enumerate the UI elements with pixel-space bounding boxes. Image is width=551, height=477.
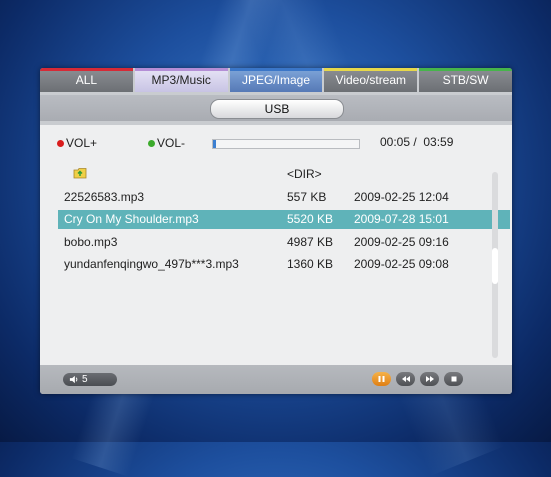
progress-fill — [213, 140, 216, 148]
stop-button[interactable] — [444, 372, 463, 386]
file-size: 557 KB — [287, 190, 327, 204]
category-tabs: ALL MP3/Music JPEG/Image Video/stream ST… — [40, 68, 512, 92]
status-bar: 5 — [40, 365, 512, 394]
list-item-file[interactable]: 22526583.mp3 557 KB 2009-02-25 12:04 — [58, 188, 510, 207]
file-name: yundanfenqingwo_497b***3.mp3 — [64, 257, 239, 271]
rewind-icon — [401, 376, 410, 382]
tab-mp3-music[interactable]: MP3/Music — [134, 68, 228, 92]
file-date: 2009-02-25 12:04 — [354, 190, 449, 204]
file-name: Cry On My Shoulder.mp3 — [64, 212, 199, 226]
vol-down-hint: VOL- — [148, 135, 185, 151]
file-size: <DIR> — [287, 167, 322, 181]
list-item-parent-dir[interactable]: <DIR> — [58, 165, 510, 184]
speaker-icon — [69, 375, 78, 384]
playback-progress-bar[interactable] — [212, 139, 360, 149]
pause-button[interactable] — [372, 372, 391, 386]
time-display: 00:05 / 03:59 — [380, 135, 454, 149]
list-item-file[interactable]: yundanfenqingwo_497b***3.mp3 1360 KB 200… — [58, 255, 510, 274]
file-date: 2009-02-25 09:08 — [354, 257, 449, 271]
vol-down-label: VOL- — [157, 136, 186, 150]
file-name: bobo.mp3 — [64, 235, 118, 249]
fast-forward-button[interactable] — [420, 372, 439, 386]
rewind-button[interactable] — [396, 372, 415, 386]
stop-icon — [451, 376, 456, 382]
pause-icon — [378, 376, 385, 382]
scrollbar-thumb[interactable] — [492, 248, 498, 284]
green-button-icon — [148, 139, 155, 147]
source-bar: USB — [40, 95, 512, 121]
tab-jpeg-image[interactable]: JPEG/Image — [229, 68, 323, 92]
file-date: 2009-07-28 15:01 — [354, 212, 449, 226]
folder-up-icon — [73, 168, 87, 179]
volume-level: 5 — [82, 374, 88, 385]
file-list-scrollbar[interactable] — [492, 172, 498, 358]
list-item-file-selected[interactable]: Cry On My Shoulder.mp3 5520 KB 2009-07-2… — [58, 210, 510, 229]
list-item-file[interactable]: bobo.mp3 4987 KB 2009-02-25 09:16 — [58, 233, 510, 252]
tab-stb-sw[interactable]: STB/SW — [419, 68, 512, 92]
vol-up-label: VOL+ — [66, 136, 98, 150]
tab-all[interactable]: ALL — [40, 68, 133, 92]
file-size: 1360 KB — [287, 257, 334, 271]
fast-forward-icon — [425, 376, 434, 382]
source-selector[interactable]: USB — [210, 99, 344, 119]
vol-up-hint: VOL+ — [57, 135, 97, 151]
tab-video-stream[interactable]: Video/stream — [324, 68, 418, 92]
file-browser: VOL+ VOL- 00:05 / 03:59 <DIR> 22526583.m… — [40, 125, 512, 365]
file-size: 4987 KB — [287, 235, 334, 249]
media-player-panel: ALL MP3/Music JPEG/Image Video/stream ST… — [40, 68, 512, 394]
file-name: 22526583.mp3 — [64, 190, 145, 204]
red-button-icon — [57, 139, 64, 147]
file-size: 5520 KB — [287, 212, 334, 226]
file-date: 2009-02-25 09:16 — [354, 235, 449, 249]
volume-indicator: 5 — [63, 373, 117, 386]
